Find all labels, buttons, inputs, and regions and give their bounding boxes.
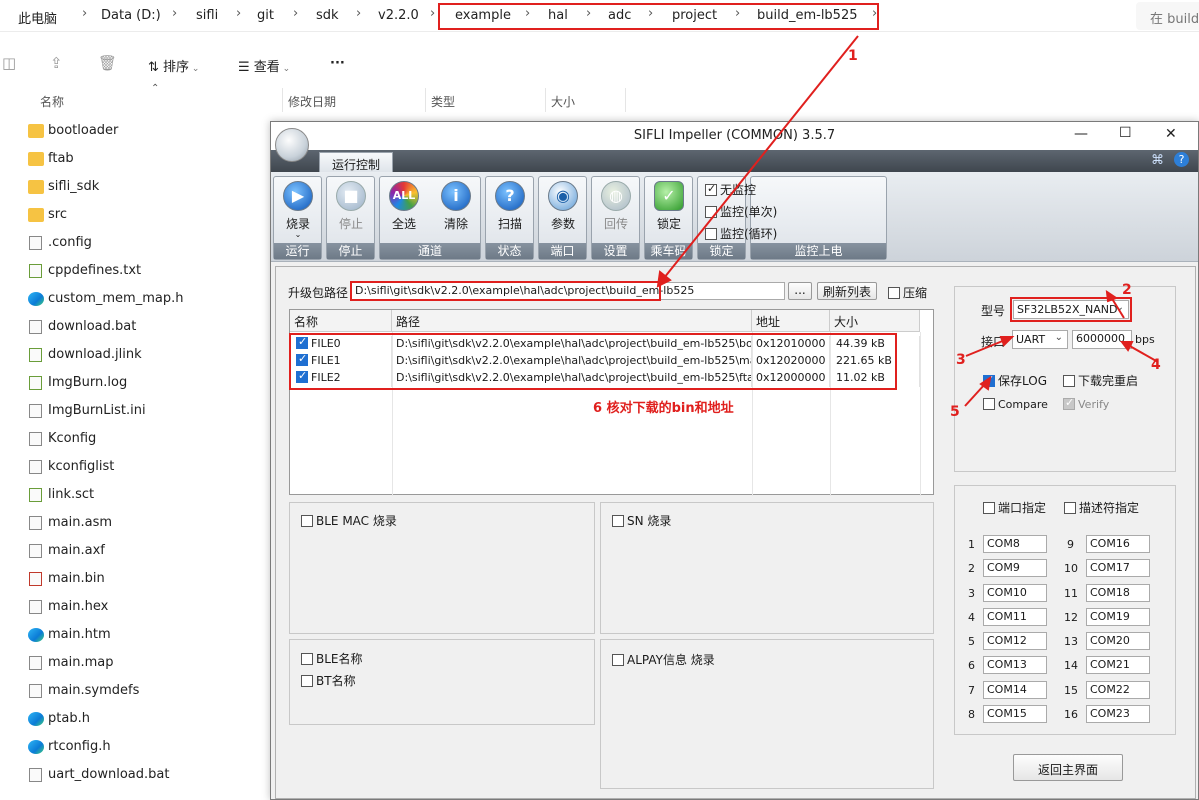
annotation-number-1: 1: [848, 48, 858, 64]
annotation-number-3: 3: [956, 352, 966, 368]
annotation-arrow-1: [663, 35, 859, 279]
annotation-number-2: 2: [1122, 282, 1132, 298]
annotation-arrowhead-4: [1120, 341, 1134, 352]
annotation-arrows: [656, 35, 1159, 407]
annotation-number-4: 4: [1151, 357, 1161, 373]
annotation-arrowhead-2: [1105, 289, 1119, 303]
annotation-number-5: 5: [950, 404, 960, 420]
annotation-arrow-5: [964, 383, 986, 407]
annotation-arrowhead-3: [999, 336, 1015, 347]
annotation-arrow-3: [965, 339, 1006, 357]
